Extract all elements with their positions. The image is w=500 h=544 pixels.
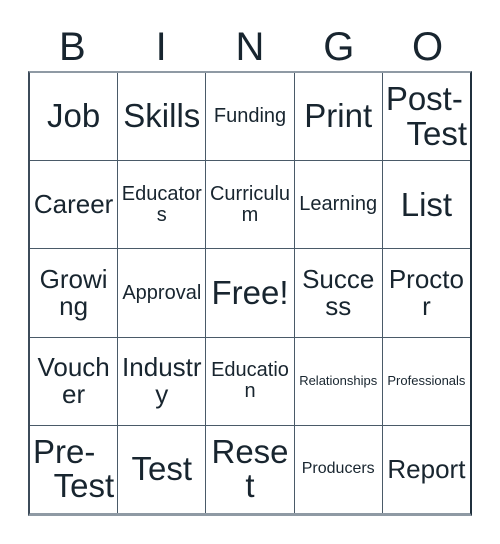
bingo-cell-label: Educators — [121, 183, 202, 226]
bingo-cell[interactable]: Test — [118, 425, 207, 514]
bingo-cell[interactable]: Learning — [295, 161, 383, 249]
bingo-cell-label-line-1: Pre- — [33, 433, 96, 471]
bingo-cell[interactable]: Career — [30, 161, 119, 249]
bingo-cell-label: Proctor — [388, 263, 464, 321]
bingo-header-letter-i: I — [155, 24, 167, 69]
bingo-cell-label: Voucher — [37, 352, 110, 410]
bingo-row: Pre- Test Test Reset Producers Report — [30, 425, 470, 514]
bingo-row: Voucher Industry Education Relationships Pro… — [30, 337, 470, 426]
bingo-cell-label: Learning — [299, 193, 378, 216]
bingo-cell[interactable]: Pre- Test — [30, 425, 119, 514]
bingo-header-row: B I N G O — [28, 22, 472, 71]
bingo-cell-label: Skills — [123, 97, 201, 135]
bingo-cell[interactable]: Professionals — [383, 338, 470, 425]
bingo-cell[interactable]: Job — [30, 73, 119, 161]
bingo-cell-label: Curriculum — [209, 183, 291, 226]
bingo-cell-free-space[interactable]: Free! — [206, 249, 295, 337]
bingo-cell[interactable]: Voucher — [30, 337, 119, 425]
bingo-cell-label: Job — [46, 97, 101, 135]
bingo-cell[interactable]: Success — [295, 249, 383, 337]
bingo-cell[interactable]: Funding — [206, 73, 295, 161]
bingo-header-letter-n: N — [235, 24, 265, 69]
bingo-row: Career Educators Curriculum Learning List — [30, 161, 470, 250]
bingo-cell-label: Test — [131, 450, 193, 488]
bingo-header-letter-o: O — [412, 24, 444, 69]
bingo-cell[interactable]: Print — [295, 73, 383, 161]
bingo-header-letter-g: G — [323, 24, 355, 69]
bingo-cell-label: Career — [33, 189, 114, 220]
bingo-cell-label: Relationships — [299, 373, 378, 389]
bingo-cell[interactable]: Proctor — [383, 249, 470, 336]
bingo-grid: Job Skills Funding Print Post- Test Career Educ… — [28, 71, 472, 516]
bingo-cell[interactable]: Education — [206, 337, 295, 425]
bingo-cell-label: Producers — [301, 460, 375, 478]
bingo-cell-label: Success — [302, 263, 375, 321]
bingo-cell-label: Report — [387, 453, 466, 484]
bingo-cell-label-line-2: Test — [53, 467, 115, 505]
bingo-cell-label-line-1: Post- — [385, 80, 463, 118]
bingo-cell[interactable]: Producers — [295, 425, 383, 514]
bingo-cell-label: Professionals — [387, 373, 466, 389]
bingo-cell-label: Industry — [122, 352, 202, 410]
bingo-card: B I N G O Job Skills Funding Print Post- Test… — [0, 0, 500, 544]
bingo-row: Growing Approval Free! Success Proctor — [30, 249, 470, 338]
bingo-cell[interactable]: Post- Test — [383, 73, 470, 160]
bingo-cell-label: Education — [211, 359, 289, 403]
bingo-cell-label: Funding — [213, 105, 287, 128]
bingo-cell[interactable]: List — [383, 161, 470, 248]
bingo-cell[interactable]: Curriculum — [206, 161, 295, 249]
bingo-header-letter-b: B — [59, 24, 86, 69]
bingo-cell-label: Approval — [122, 281, 202, 304]
bingo-cell-label: Post- Test — [385, 80, 468, 152]
bingo-cell[interactable]: Skills — [118, 73, 207, 161]
bingo-cell[interactable]: Report — [383, 426, 470, 513]
bingo-cell[interactable]: Growing — [30, 249, 119, 337]
bingo-cell[interactable]: Approval — [118, 249, 207, 337]
bingo-cell-label: List — [400, 185, 453, 223]
bingo-cell[interactable]: Educators — [118, 161, 207, 249]
bingo-cell-label: Pre- Test — [33, 433, 115, 505]
bingo-cell[interactable]: Reset — [206, 425, 295, 514]
bingo-cell-label: Growing — [39, 263, 108, 321]
bingo-cell-label: Print — [304, 97, 373, 135]
bingo-cell[interactable]: Relationships — [295, 337, 383, 425]
bingo-cell[interactable]: Industry — [118, 337, 207, 425]
bingo-cell-label-line-2: Test — [406, 114, 468, 152]
bingo-cell-label: Reset — [211, 433, 289, 505]
bingo-row: Job Skills Funding Print Post- Test — [30, 73, 470, 162]
bingo-cell-label: Free! — [211, 273, 289, 311]
